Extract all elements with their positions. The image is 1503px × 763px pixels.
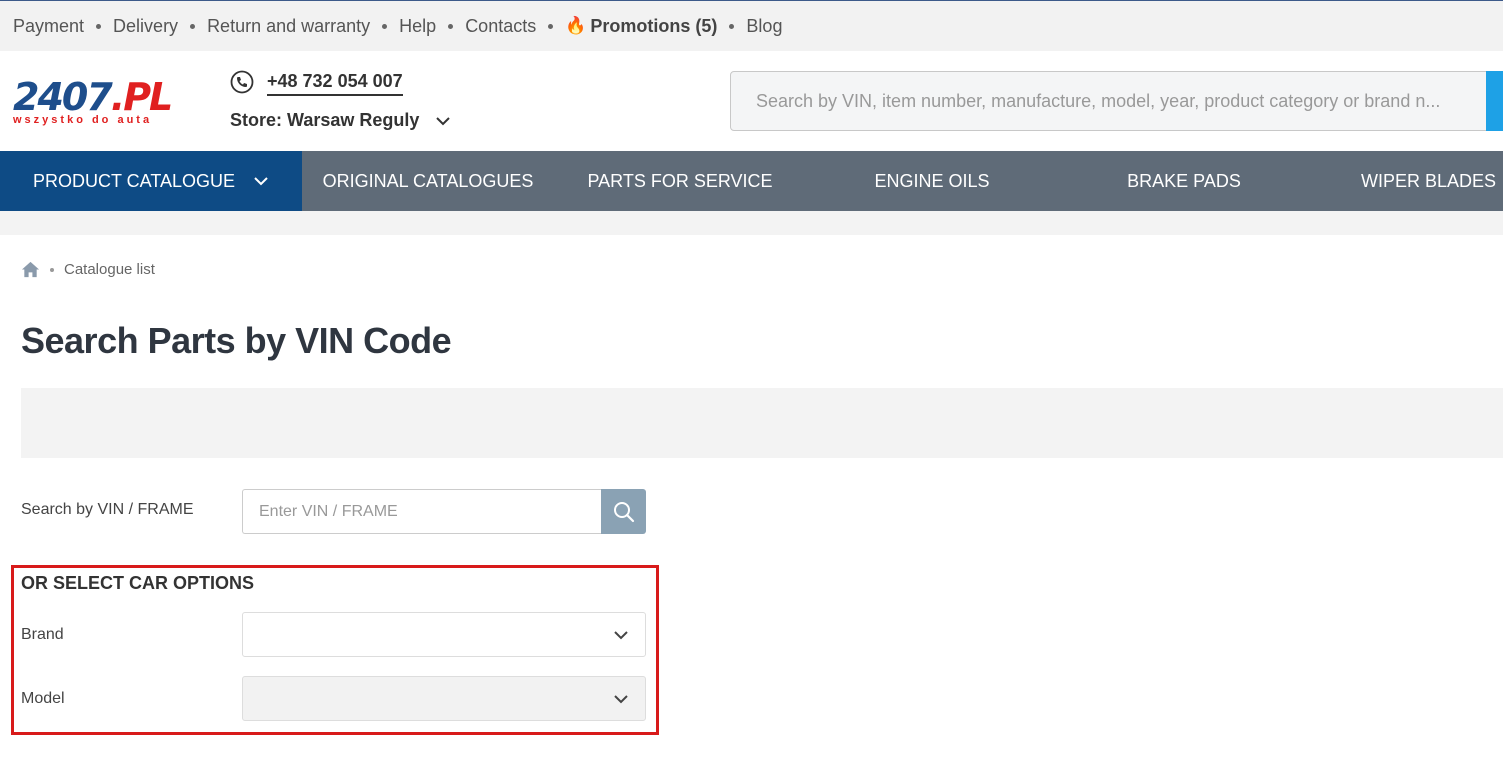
nav-label: ORIGINAL CATALOGUES (322, 170, 534, 191)
nav-label: PRODUCT CATALOGUE (32, 170, 236, 191)
nav-engine-oils[interactable]: ENGINE OILS (806, 151, 1058, 211)
separator-dot (548, 23, 554, 29)
brand-select[interactable] (242, 612, 646, 657)
help-link[interactable]: Help (399, 16, 436, 37)
nav-label: WIPER BLADES (1360, 170, 1496, 191)
chevron-down-icon (436, 116, 451, 125)
global-search-button[interactable] (1486, 71, 1503, 131)
separator-dot (448, 23, 454, 29)
model-label: Model (21, 690, 65, 707)
delivery-link[interactable]: Delivery (113, 16, 178, 37)
vin-search-input[interactable] (243, 490, 602, 533)
logo-number: 2407 (13, 75, 113, 119)
vin-input-wrapper (242, 489, 602, 534)
nav-label: BRAKE PADS (1127, 170, 1241, 191)
breadcrumb: Catalogue list (21, 260, 155, 279)
store-selector[interactable]: Store: Warsaw Reguly (230, 110, 451, 131)
nav-label: ENGINE OILS (874, 170, 990, 191)
separator-dot (382, 23, 388, 29)
main-nav: PRODUCT CATALOGUE ORIGINAL CATALOGUES PA… (0, 151, 1503, 211)
site-logo[interactable]: 2407.PL wszystko do auta (13, 78, 201, 128)
breadcrumb-current: Catalogue list (64, 261, 155, 278)
phone-number-link[interactable]: +48 732 054 007 (267, 71, 403, 96)
payment-link[interactable]: Payment (13, 16, 84, 37)
promotions-link[interactable]: 🔥 Promotions (5) (565, 16, 717, 37)
global-search-input[interactable] (731, 72, 1489, 130)
logo-suffix: .PL (110, 75, 173, 119)
site-header: 2407.PL wszystko do auta +48 732 054 007… (0, 51, 1503, 151)
nav-parts-for-service[interactable]: PARTS FOR SERVICE (554, 151, 806, 211)
logo-tagline: wszystko do auta (13, 114, 153, 126)
main-content: Catalogue list Search Parts by VIN Code … (0, 235, 1503, 763)
promotions-label: Promotions (5) (590, 15, 718, 36)
breadcrumb-separator (50, 267, 54, 272)
model-select[interactable] (242, 676, 646, 721)
nav-product-catalogue[interactable]: PRODUCT CATALOGUE (0, 151, 302, 211)
contacts-link[interactable]: Contacts (465, 16, 536, 37)
car-options-title: OR SELECT CAR OPTIONS (21, 573, 255, 593)
top-links-bar: Payment Delivery Return and warranty Hel… (0, 0, 1503, 51)
vin-search-button[interactable] (601, 489, 646, 534)
separator-dot (96, 23, 102, 29)
vin-search-label: Search by VIN / FRAME (21, 501, 194, 518)
home-icon[interactable] (21, 260, 40, 279)
chevron-down-icon (614, 694, 628, 703)
brand-label: Brand (21, 626, 64, 643)
nav-label: PARTS FOR SERVICE (587, 170, 773, 191)
nav-original-catalogues[interactable]: ORIGINAL CATALOGUES (302, 151, 554, 211)
nav-wiper-blades[interactable]: WIPER BLADES (1310, 151, 1503, 211)
chevron-down-icon (614, 630, 628, 639)
chevron-down-icon (254, 177, 268, 186)
page-title: Search Parts by VIN Code (21, 320, 452, 361)
store-label: Store: Warsaw Reguly (230, 110, 420, 130)
info-banner (21, 388, 1503, 458)
separator-dot (190, 23, 196, 29)
global-search-box (730, 71, 1490, 131)
separator-dot (729, 23, 735, 29)
search-icon (613, 501, 634, 522)
nav-brake-pads[interactable]: BRAKE PADS (1058, 151, 1310, 211)
phone-icon (230, 70, 254, 94)
blog-link[interactable]: Blog (746, 16, 782, 37)
fire-icon: 🔥 (565, 16, 587, 35)
return-warranty-link[interactable]: Return and warranty (207, 16, 370, 37)
